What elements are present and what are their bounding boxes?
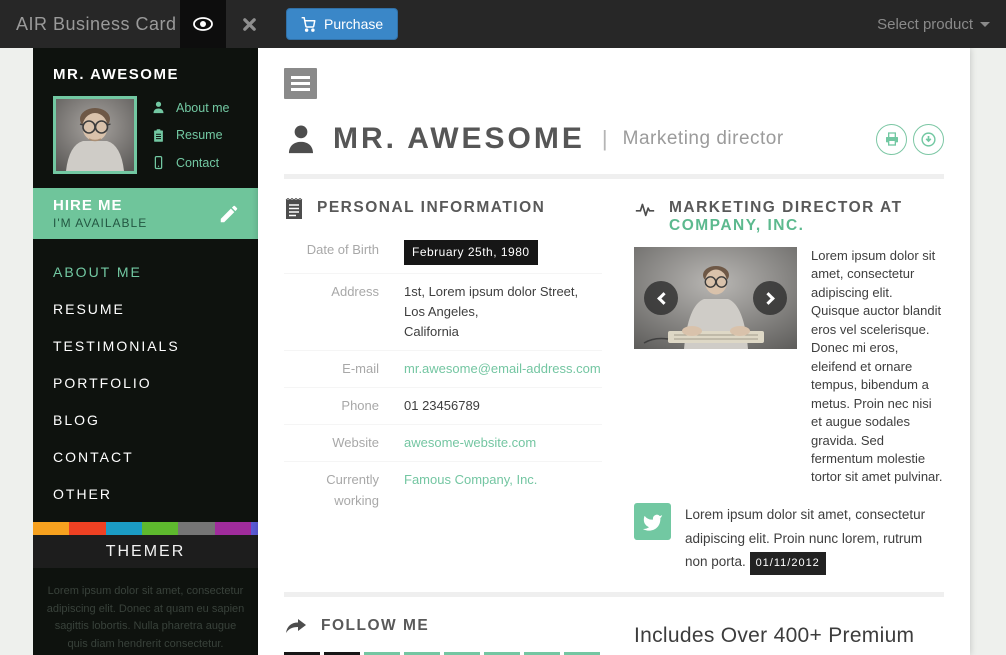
image-carousel bbox=[634, 247, 797, 349]
select-product-label: Select product bbox=[877, 16, 973, 33]
topbar: AIR Business Card Purchase Select produc… bbox=[0, 0, 1006, 48]
preview-button[interactable] bbox=[180, 0, 226, 48]
main-content: MR. AWESOME | Marketing director bbox=[258, 48, 970, 655]
nav-item-portfolio[interactable]: PORTFOLIO bbox=[33, 364, 258, 401]
pencil-icon bbox=[218, 203, 240, 225]
follow-me-section: FOLLOW ME f g+ bbox=[284, 617, 602, 655]
avatar bbox=[53, 96, 137, 174]
promo-text: Includes Over 400+ Premium Glyphicons PR… bbox=[634, 617, 944, 655]
nav-item-testimonials[interactable]: TESTIMONIALS bbox=[33, 327, 258, 364]
page-header: MR. AWESOME | Marketing director bbox=[284, 121, 944, 157]
print-icon bbox=[884, 131, 900, 147]
company-link[interactable]: Famous Company, Inc. bbox=[404, 472, 537, 487]
carousel-next-button[interactable] bbox=[753, 281, 787, 315]
position-heading-line2: COMPANY, INC. bbox=[669, 217, 804, 234]
subtitle-separator: | bbox=[602, 126, 608, 152]
stripe-segment[interactable] bbox=[69, 522, 105, 535]
pulse-icon bbox=[634, 198, 656, 220]
nav-item-about-me[interactable]: ABOUT ME bbox=[33, 253, 258, 290]
email-link[interactable]: mr.awesome@email-address.com bbox=[404, 361, 601, 376]
themer-bar[interactable]: THEMER bbox=[33, 535, 258, 568]
position-section: MARKETING DIRECTOR AT COMPANY, INC. bbox=[634, 199, 944, 575]
user-icon bbox=[151, 100, 166, 115]
chevron-left-icon bbox=[657, 292, 670, 305]
position-description: Lorem ipsum dolor sit amet, consectetur … bbox=[811, 247, 944, 487]
download-button[interactable] bbox=[913, 124, 944, 155]
quick-link-label: Contact bbox=[176, 156, 219, 170]
close-button[interactable] bbox=[226, 0, 272, 48]
dob-badge: February 25th, 1980 bbox=[404, 240, 538, 265]
purchase-label: Purchase bbox=[324, 16, 383, 32]
phone-icon bbox=[151, 155, 166, 170]
quick-link-label: About me bbox=[176, 101, 230, 115]
quick-link-label: Resume bbox=[176, 128, 223, 142]
info-row-phone: Phone 01 23456789 bbox=[284, 388, 602, 425]
chevron-right-icon bbox=[762, 292, 775, 305]
info-row-address: Address 1st, Lorem ipsum dolor Street, L… bbox=[284, 274, 602, 351]
eye-icon bbox=[193, 17, 213, 31]
cart-icon bbox=[301, 17, 316, 32]
sidebar-footer-text: Lorem ipsum dolor sit amet, consectetur … bbox=[33, 568, 258, 655]
nav-item-blog[interactable]: BLOG bbox=[33, 401, 258, 438]
clipboard-icon bbox=[151, 128, 166, 143]
hire-me-banner[interactable]: HIRE ME I'M AVAILABLE bbox=[33, 188, 258, 239]
tweet-date-badge: 01/11/2012 bbox=[750, 552, 826, 575]
purchase-button[interactable]: Purchase bbox=[286, 8, 398, 40]
twitter-icon[interactable] bbox=[634, 503, 671, 540]
user-icon bbox=[284, 121, 318, 157]
carousel-prev-button[interactable] bbox=[644, 281, 678, 315]
quick-link-about-me[interactable]: About me bbox=[151, 100, 230, 115]
hire-me-subtitle: I'M AVAILABLE bbox=[53, 216, 147, 230]
website-link[interactable]: awesome-website.com bbox=[404, 435, 536, 450]
stripe-segment[interactable] bbox=[251, 522, 258, 535]
info-row-currently-working: Currently working Famous Company, Inc. bbox=[284, 462, 602, 518]
hamburger-menu-button[interactable] bbox=[284, 68, 317, 99]
info-row-website: Website awesome-website.com bbox=[284, 425, 602, 462]
follow-me-heading: FOLLOW ME bbox=[321, 617, 429, 635]
caret-down-icon bbox=[980, 22, 990, 27]
promo-section: Includes Over 400+ Premium Glyphicons PR… bbox=[634, 617, 944, 655]
stripe-segment[interactable] bbox=[178, 522, 214, 535]
print-button[interactable] bbox=[876, 124, 907, 155]
download-icon bbox=[920, 131, 937, 148]
info-row-email: E-mail mr.awesome@email-address.com bbox=[284, 351, 602, 388]
hamburger-icon bbox=[291, 76, 310, 79]
sidebar: MR. AWESOME bbox=[33, 48, 258, 655]
stripe-segment[interactable] bbox=[142, 522, 178, 535]
stripe-segment[interactable] bbox=[33, 522, 69, 535]
theme-color-stripe[interactable] bbox=[33, 522, 258, 535]
nav-item-contact[interactable]: CONTACT bbox=[33, 438, 258, 475]
tweet-row: Lorem ipsum dolor sit amet, consectetur … bbox=[634, 503, 944, 576]
stripe-segment[interactable] bbox=[106, 522, 142, 535]
nav-item-other[interactable]: OTHER bbox=[33, 475, 258, 512]
notes-icon bbox=[284, 198, 304, 220]
select-product-dropdown[interactable]: Select product bbox=[877, 16, 990, 33]
personal-info-heading: PERSONAL INFORMATION bbox=[317, 199, 545, 217]
stripe-segment[interactable] bbox=[215, 522, 251, 535]
quick-link-resume[interactable]: Resume bbox=[151, 128, 230, 143]
page-title: MR. AWESOME bbox=[333, 122, 585, 156]
nav-item-resume[interactable]: RESUME bbox=[33, 290, 258, 327]
close-icon bbox=[242, 17, 257, 32]
app-title: AIR Business Card bbox=[0, 14, 180, 35]
hire-me-title: HIRE ME bbox=[53, 197, 147, 214]
page-subtitle: Marketing director bbox=[623, 128, 784, 150]
quick-link-contact[interactable]: Contact bbox=[151, 155, 230, 170]
profile-name: MR. AWESOME bbox=[53, 66, 242, 83]
position-heading-line1: MARKETING DIRECTOR AT bbox=[669, 199, 903, 216]
tweet-text: Lorem ipsum dolor sit amet, consectetur … bbox=[685, 503, 944, 576]
sidebar-nav: ABOUT ME RESUME TESTIMONIALS PORTFOLIO B… bbox=[33, 239, 258, 522]
personal-info-section: PERSONAL INFORMATION Date of Birth Febru… bbox=[284, 199, 602, 575]
share-icon bbox=[284, 616, 308, 636]
profile-card: MR. AWESOME bbox=[33, 48, 258, 188]
info-row-dob: Date of Birth February 25th, 1980 bbox=[284, 232, 602, 274]
